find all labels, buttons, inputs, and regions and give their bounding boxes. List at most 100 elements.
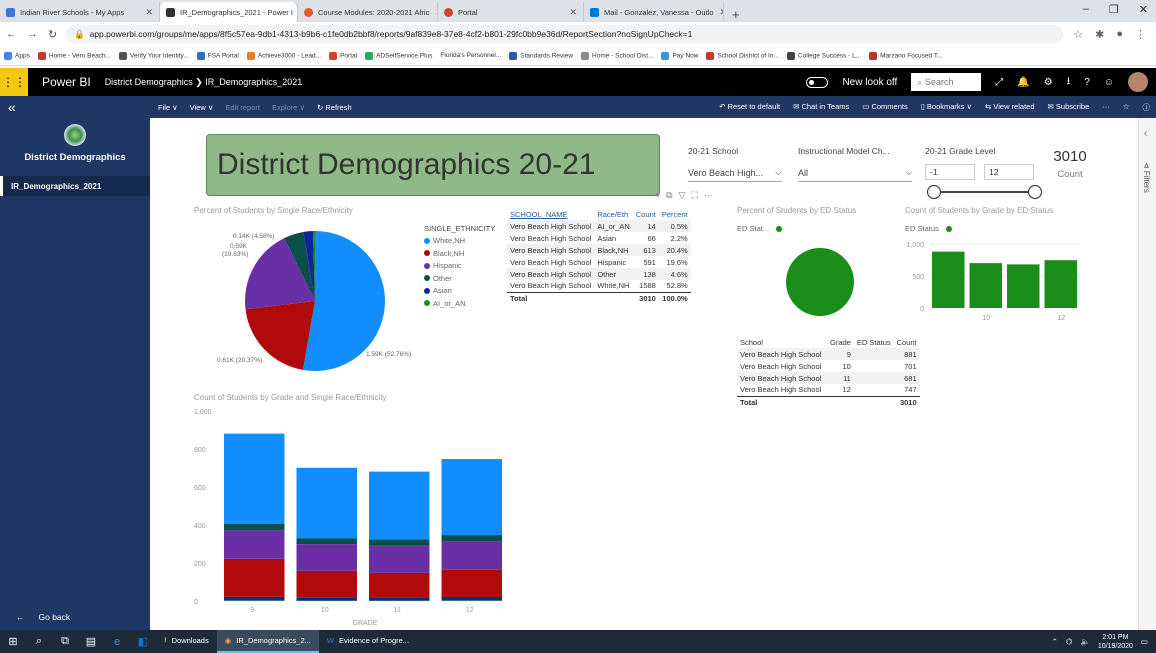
bookmark-item[interactable]: Home - School Dist... (581, 51, 653, 60)
more-options-icon[interactable]: ··· (704, 190, 713, 201)
chat-teams-button[interactable]: ✉ Chat in Teams (793, 102, 849, 113)
minimize-icon[interactable]: – (1083, 3, 1089, 16)
table-row[interactable]: Vero Beach High School AI_or_AN 14 0.5% (507, 220, 691, 232)
table-row[interactable]: Vero Beach High School 10 701 (737, 360, 920, 372)
bookmark-item[interactable]: Apps (4, 51, 30, 60)
table-header[interactable]: SCHOOL_NAME (507, 208, 594, 220)
stack-segment-black-nh[interactable] (441, 569, 503, 598)
app-name[interactable]: Power BI (42, 75, 91, 89)
close-window-icon[interactable]: ✕ (1139, 3, 1148, 16)
close-icon[interactable]: ✕ (139, 7, 153, 18)
model-slicer-dropdown[interactable]: All ⌵ (798, 164, 912, 182)
view-related-button[interactable]: ⇆ View related (985, 102, 1035, 113)
table-row[interactable]: Vero Beach High School 9 881 (737, 348, 920, 360)
table-row[interactable]: Vero Beach High School 12 747 (737, 384, 920, 396)
bookmark-item[interactable]: Portal (329, 51, 357, 60)
network-icon[interactable]: ⌬ (1066, 637, 1073, 646)
collapse-nav-icon[interactable]: « (0, 99, 150, 115)
stack-segment-other[interactable] (369, 539, 430, 546)
task-view-icon[interactable]: ⧉ (52, 635, 78, 648)
settings-icon[interactable]: ⚙ (1044, 77, 1053, 88)
notification-center-icon[interactable]: ▭ (1141, 637, 1148, 646)
grade-ethnicity-stacked-chart[interactable]: 0 200 400 600 800 1,000 9 10 11 12 GRADE (190, 403, 520, 628)
close-icon[interactable]: ✕ (714, 7, 724, 18)
filters-pane[interactable]: ‹ ⊲ Filters (1138, 118, 1156, 630)
search-icon[interactable]: ⌕ (26, 635, 52, 648)
bar-grade-11[interactable] (1007, 264, 1040, 308)
file-menu[interactable]: File ∨ (158, 103, 178, 112)
avatar[interactable] (1128, 72, 1148, 92)
stack-segment-white-nh[interactable] (296, 467, 358, 539)
stack-segment-hispanic[interactable] (296, 544, 358, 571)
grade-min-input[interactable]: -1 (925, 164, 975, 180)
table-header[interactable]: Race/Eth (594, 208, 633, 220)
stack-segment-ai-or-an[interactable] (441, 600, 503, 601)
stack-segment-other[interactable] (296, 538, 358, 545)
expand-icon[interactable]: ⤢ (995, 77, 1003, 88)
legend-item[interactable]: AI_or_AN (424, 299, 466, 308)
stack-segment-asian[interactable] (296, 597, 358, 601)
stack-segment-ai-or-an[interactable] (296, 600, 358, 601)
bookmark-item[interactable]: Marzano Focused T... (869, 51, 943, 60)
chevron-left-icon[interactable]: ‹ (1144, 128, 1147, 139)
favorite-star-icon[interactable]: ☆ (1123, 102, 1130, 113)
windows-start-icon[interactable]: ⊞ (0, 635, 26, 648)
url-field[interactable]: 🔒 app.powerbi.com/groups/me/apps/8f5c57ea… (66, 25, 1064, 43)
reload-icon[interactable]: ↻ (48, 28, 57, 41)
explore-menu[interactable]: Explore ∨ (272, 103, 305, 112)
bookmark-item[interactable]: FSA Portal (196, 51, 239, 60)
taskbar-app-word[interactable]: W Evidence of Progre... (319, 630, 417, 653)
table-row[interactable]: Vero Beach High School Asian 66 2.2% (507, 232, 691, 244)
pie-slice-ed-status[interactable] (786, 248, 854, 316)
stack-segment-black-nh[interactable] (369, 572, 430, 598)
stack-segment-white-nh[interactable] (369, 471, 430, 540)
stack-segment-hispanic[interactable] (441, 541, 503, 570)
table-header[interactable]: Count (894, 336, 920, 348)
subscribe-button[interactable]: ✉ Subscribe (1048, 102, 1090, 113)
more-options-icon[interactable]: ··· (1102, 102, 1110, 113)
stack-segment-other[interactable] (441, 535, 503, 542)
new-tab-button[interactable]: + (724, 7, 748, 22)
taskbar-app-chrome[interactable]: ◉ IR_Demographics_2... (216, 630, 319, 653)
table-row[interactable]: Vero Beach High School Other 138 4.6% (507, 268, 691, 280)
table-row[interactable]: Vero Beach High School 11 681 (737, 372, 920, 384)
info-icon[interactable]: ⓘ (1143, 102, 1151, 113)
legend-item[interactable]: Black,NH (424, 249, 464, 258)
refresh-button[interactable]: ↻ Refresh (317, 103, 352, 112)
profile-icon[interactable]: ● (1116, 28, 1123, 41)
extension-icon[interactable]: ✱ (1095, 28, 1104, 41)
stack-segment-black-nh[interactable] (296, 570, 358, 598)
notifications-icon[interactable]: 🔔 (1017, 77, 1029, 88)
close-icon[interactable]: ✕ (429, 7, 437, 18)
pin-icon[interactable]: ⌖ (655, 190, 660, 201)
table-header[interactable]: Percent (659, 208, 691, 220)
bookmark-item[interactable]: Verify Your Identity... (118, 51, 189, 60)
bookmark-item[interactable]: ADSelfService Plus (365, 51, 432, 60)
legend-item[interactable]: Hispanic (424, 261, 462, 270)
bar-grade-10[interactable] (969, 263, 1003, 308)
bookmark-item[interactable]: College Success - L... (786, 51, 861, 60)
stack-segment-black-nh[interactable] (224, 558, 285, 597)
grade-ed-bar-chart[interactable]: 0 500 1,000 10 12 (890, 236, 1090, 326)
bookmarks-button[interactable]: ▯ Bookmarks ∨ (921, 102, 972, 113)
grade-max-input[interactable]: 12 (984, 164, 1034, 180)
browser-tab[interactable]: Portal ✕ (438, 2, 584, 22)
bookmark-item[interactable]: Home - Vero Beach... (37, 51, 111, 60)
help-icon[interactable]: ? (1084, 77, 1090, 88)
go-back-button[interactable]: ← Go back (16, 612, 70, 622)
stack-segment-other[interactable] (224, 523, 285, 531)
focus-mode-icon[interactable]: ⛶ (691, 190, 697, 201)
stack-segment-white-nh[interactable] (441, 459, 503, 536)
copy-icon[interactable]: ⧉ (666, 190, 672, 201)
stack-segment-asian[interactable] (369, 597, 430, 601)
pie-slice-white-nh[interactable] (302, 231, 385, 371)
table-row[interactable]: Vero Beach High School Hispanic 591 19.6% (507, 256, 691, 268)
show-hidden-icons[interactable]: ⌃ (1052, 637, 1058, 646)
browser-tab[interactable]: Indian River Schools - My Apps ✕ (0, 2, 160, 22)
grade-range-slider[interactable] (925, 184, 1045, 200)
reset-default-button[interactable]: ↶ Reset to default (719, 102, 780, 113)
browser-tab[interactable]: Course Modules: 2020-2021 Afric✕ (298, 2, 438, 22)
feedback-icon[interactable]: ☺ (1104, 77, 1114, 88)
comments-button[interactable]: ▭ Comments (862, 102, 907, 113)
table-header[interactable]: Count (633, 208, 659, 220)
